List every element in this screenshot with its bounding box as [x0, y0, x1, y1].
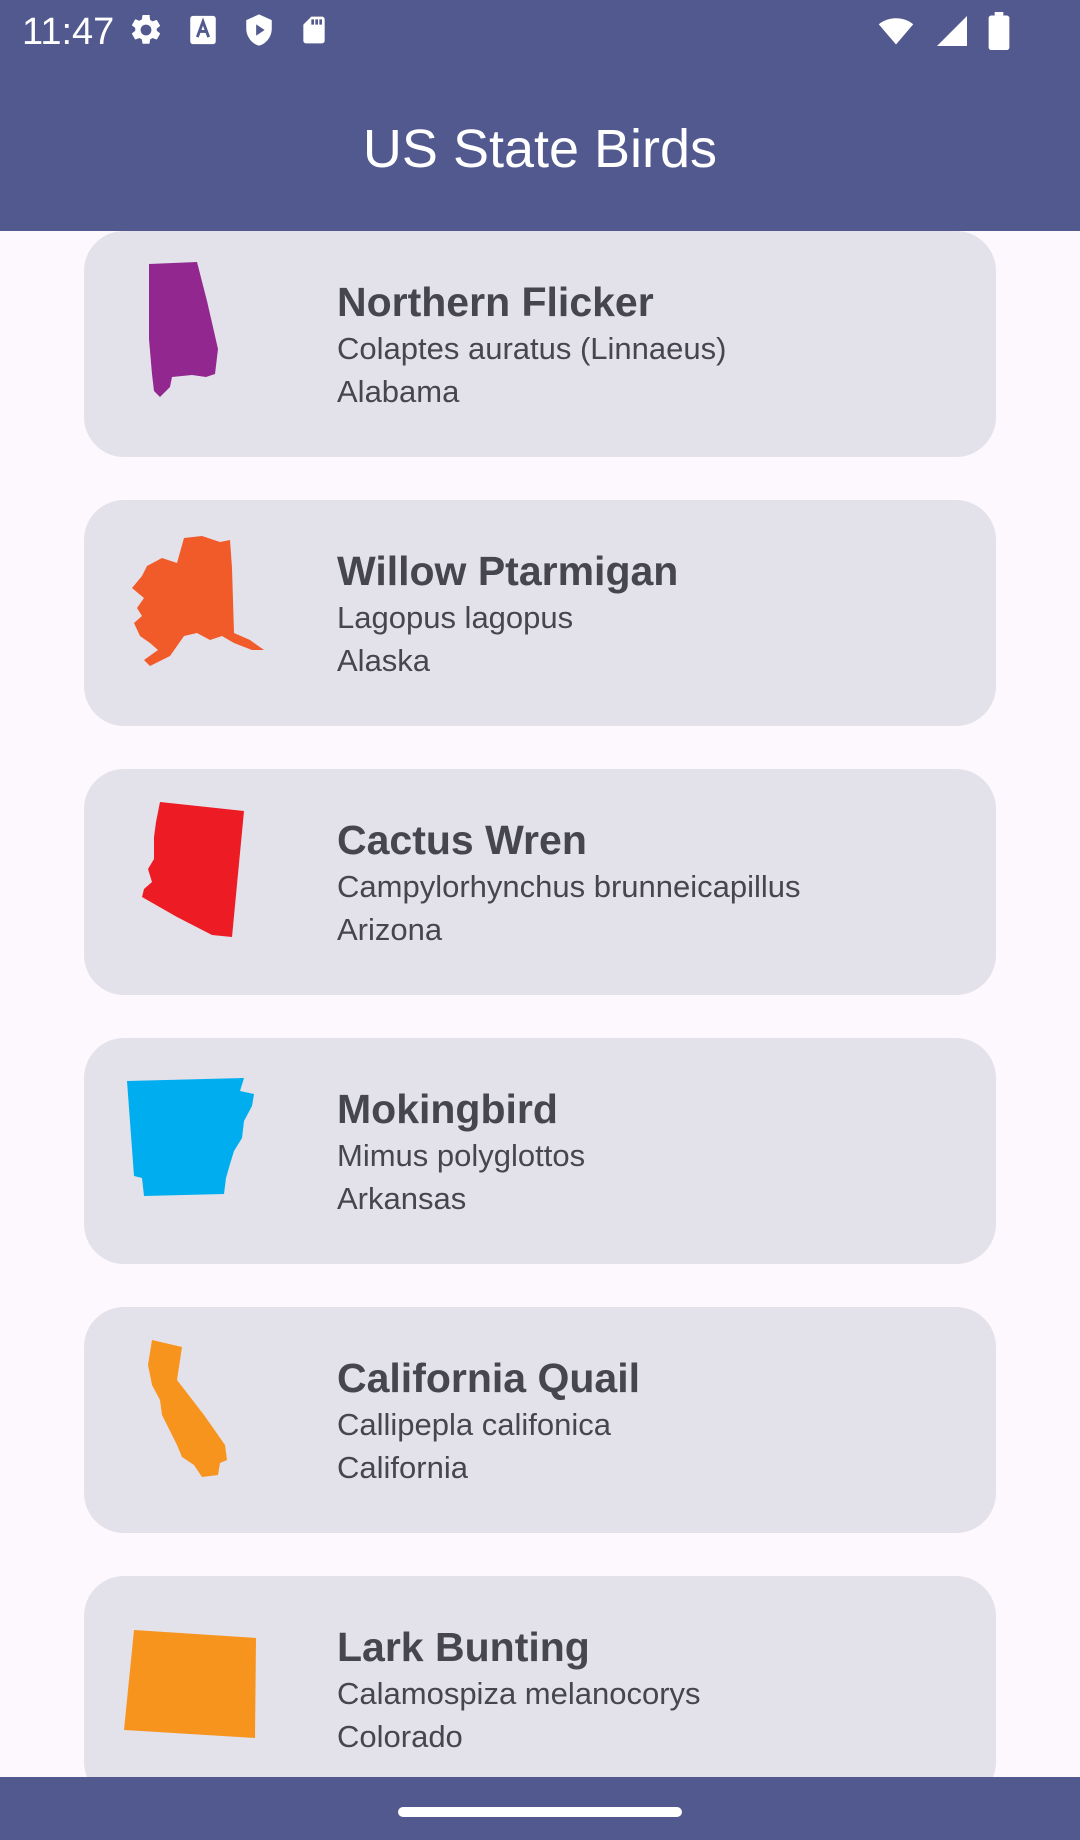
arizona-map-icon	[122, 797, 272, 947]
arkansas-shape	[127, 1078, 254, 1196]
bird-name: Cactus Wren	[337, 817, 587, 863]
bird-scientific-name: Mimus polyglottos	[337, 1138, 586, 1173]
bird-name: California Quail	[337, 1355, 640, 1401]
status-time: 11:47	[22, 11, 115, 53]
california-map-icon	[122, 1335, 272, 1485]
bird-texts: Northern Flicker Colaptes auratus (Linna…	[337, 277, 726, 413]
colorado-shape	[124, 1630, 256, 1738]
bird-scientific-name: Colaptes auratus (Linnaeus)	[337, 331, 727, 366]
battery-icon	[988, 12, 1010, 50]
play-protect-icon	[242, 12, 276, 48]
bird-state: Arizona	[337, 912, 443, 947]
font-a-icon	[186, 13, 220, 47]
bird-card[interactable]: Cactus Wren Campylorhynchus brunneicapil…	[84, 769, 996, 995]
bird-scientific-name: Calamospiza melanocorys	[337, 1676, 701, 1711]
status-bar: 11:47	[0, 0, 1080, 64]
app-bar: 11:47 US State Birds	[0, 0, 1080, 231]
alabama-shape	[149, 262, 218, 397]
bird-card[interactable]: California Quail Callipepla califonica C…	[84, 1307, 996, 1533]
cell-signal-icon	[934, 13, 970, 49]
bird-state: Colorado	[337, 1719, 463, 1754]
bird-card[interactable]: Lark Bunting Calamospiza melanocorys Col…	[84, 1576, 996, 1777]
wifi-icon	[876, 13, 916, 49]
bird-state: Arkansas	[337, 1181, 467, 1216]
bird-scientific-name: Lagopus lagopus	[337, 600, 574, 635]
bird-scientific-name: Campylorhynchus brunneicapillus	[337, 869, 801, 904]
settings-icon	[128, 12, 164, 48]
bird-card[interactable]: Willow Ptarmigan Lagopus lagopus Alaska	[84, 500, 996, 726]
bird-texts: Mokingbird Mimus polyglottos Arkansas	[337, 1084, 585, 1220]
colorado-map-icon	[122, 1604, 272, 1754]
bird-list[interactable]: Northern Flicker Colaptes auratus (Linna…	[0, 231, 1080, 1777]
bird-name: Lark Bunting	[337, 1624, 590, 1670]
app-title: US State Birds	[362, 119, 718, 179]
bird-texts: Lark Bunting Calamospiza melanocorys Col…	[337, 1622, 701, 1758]
bird-card[interactable]: Mokingbird Mimus polyglottos Arkansas	[84, 1038, 996, 1264]
bird-state: California	[337, 1450, 468, 1485]
navigation-bar	[0, 1777, 1080, 1840]
bird-scientific-name: Callipepla califonica	[337, 1407, 611, 1442]
status-notification-icons	[128, 12, 330, 48]
status-system-icons	[876, 12, 1010, 50]
sd-card-icon	[298, 12, 330, 48]
home-gesture-handle[interactable]	[398, 1807, 682, 1817]
alaska-map-icon	[122, 528, 272, 678]
arizona-shape	[142, 802, 244, 937]
bird-state: Alabama	[337, 374, 460, 409]
bird-name: Willow Ptarmigan	[337, 548, 679, 594]
bird-card[interactable]: Northern Flicker Colaptes auratus (Linna…	[84, 231, 996, 457]
bird-name: Mokingbird	[337, 1086, 558, 1132]
alabama-map-icon	[122, 259, 272, 409]
bird-name: Northern Flicker	[337, 279, 654, 325]
california-shape	[148, 1340, 227, 1477]
bird-state: Alaska	[337, 643, 431, 678]
bird-texts: California Quail Callipepla califonica C…	[337, 1353, 640, 1489]
bird-texts: Cactus Wren Campylorhynchus brunneicapil…	[337, 815, 801, 951]
bird-texts: Willow Ptarmigan Lagopus lagopus Alaska	[337, 546, 678, 682]
arkansas-map-icon	[122, 1066, 272, 1216]
alaska-shape	[132, 536, 264, 666]
